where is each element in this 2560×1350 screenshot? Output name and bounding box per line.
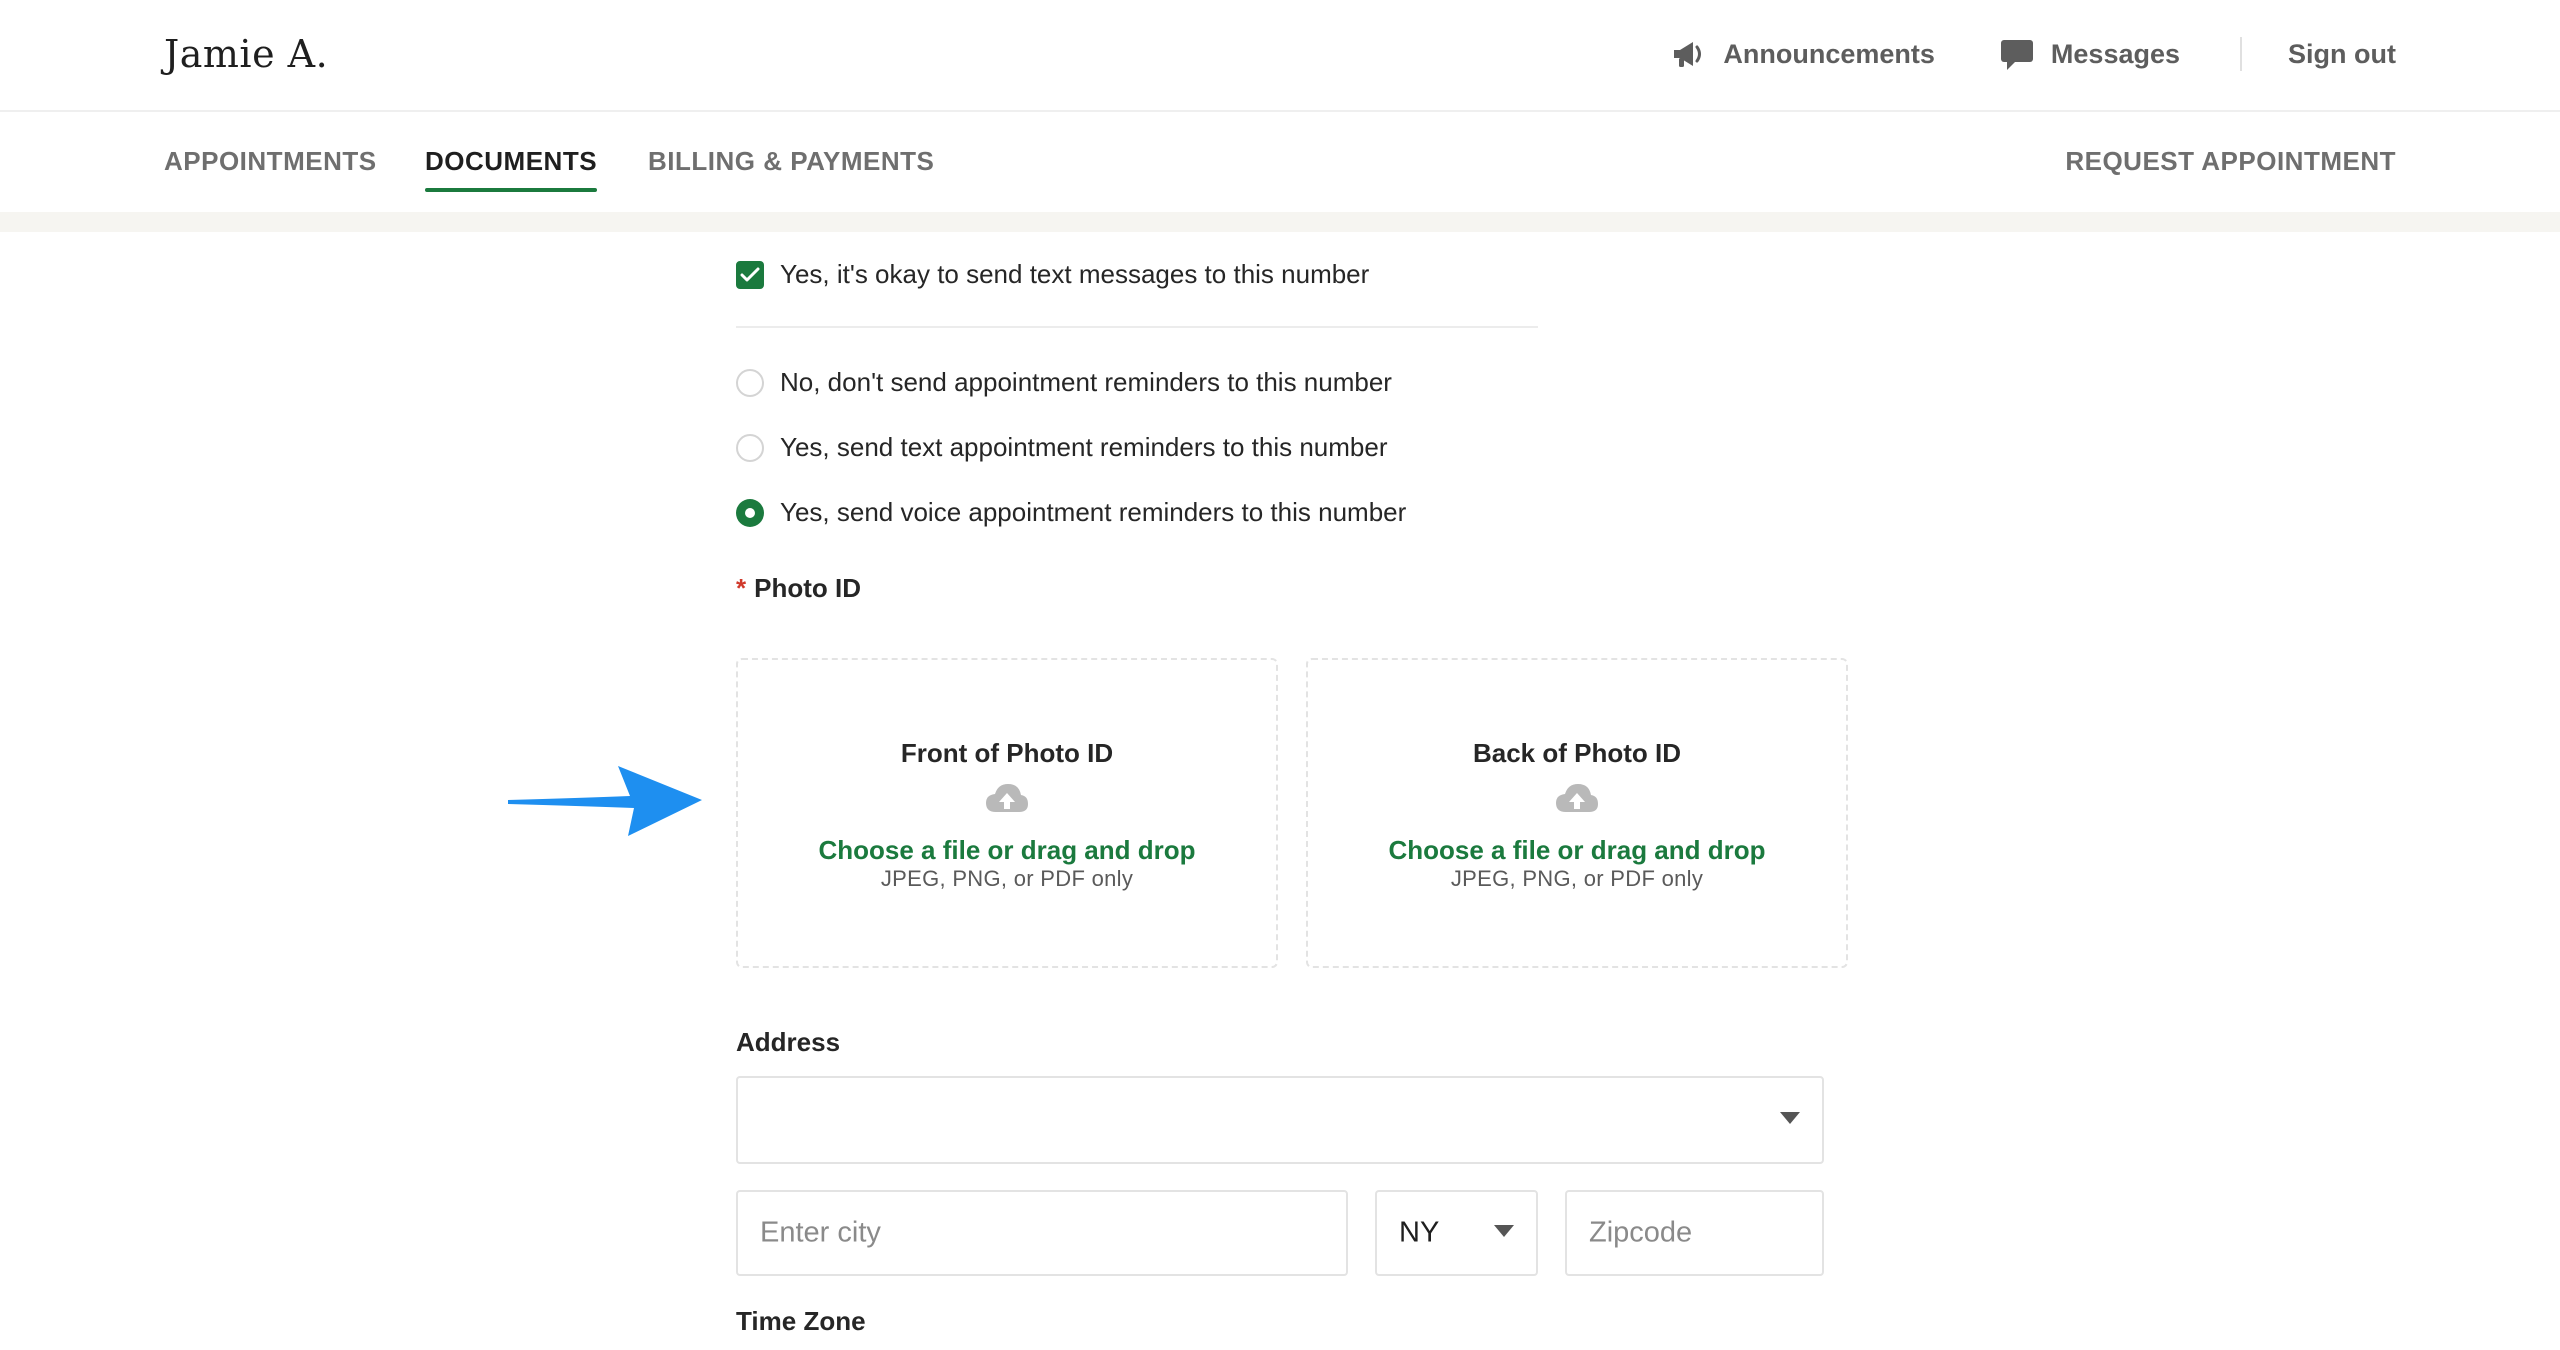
annotation-arrow [500, 758, 710, 843]
reminder-option-label: Yes, send voice appointment reminders to… [780, 497, 1407, 527]
zipcode-placeholder: Zipcode [1589, 1216, 1693, 1249]
street-address-select[interactable] [736, 1076, 1824, 1164]
section-divider [736, 326, 1538, 328]
front-file-type-hint: JPEG, PNG, or PDF only [880, 866, 1134, 891]
megaphone-icon [1671, 37, 1707, 71]
main-nav: APPOINTMENTS DOCUMENTS BILLING & PAYMENT… [0, 112, 2560, 212]
chevron-down-icon [1494, 1224, 1514, 1242]
user-name: Jamie A. [164, 32, 329, 76]
reminder-radio-voice[interactable] [736, 498, 764, 527]
text-consent-checkbox[interactable] [736, 260, 764, 289]
city-placeholder: Enter city [760, 1216, 881, 1249]
reminder-option-none[interactable]: No, don't send appointment reminders to … [736, 367, 1392, 398]
required-marker: * [736, 573, 747, 603]
tab-billing-payments[interactable]: BILLING & PAYMENTS [648, 146, 934, 177]
header-band [0, 212, 2560, 232]
announcements-label: Announcements [1723, 38, 1935, 69]
photo-id-label: * Photo ID [736, 573, 861, 604]
chat-bubble-icon [1999, 37, 2035, 71]
photo-id-label-text: Photo ID [754, 573, 861, 603]
top-header: Jamie A. Announcements Messages Sign out [0, 0, 2560, 112]
cloud-upload-icon [1554, 782, 1600, 819]
back-choose-file-link[interactable]: Choose a file or drag and drop [1308, 835, 1846, 866]
reminder-option-label: Yes, send text appointment reminders to … [780, 432, 1388, 462]
back-photo-id-title: Back of Photo ID [1472, 738, 1681, 768]
messages-label: Messages [2050, 38, 2181, 69]
address-label: Address [736, 1027, 841, 1057]
announcements-link[interactable]: Announcements [1671, 37, 1935, 71]
reminder-radio-none[interactable] [736, 368, 764, 397]
tab-appointments[interactable]: APPOINTMENTS [164, 146, 377, 177]
header-divider [2240, 37, 2243, 71]
state-select[interactable]: NY [1375, 1190, 1538, 1276]
request-appointment-link[interactable]: REQUEST APPOINTMENT [2065, 146, 2396, 177]
header-actions: Announcements Messages Sign out [1607, 30, 2396, 78]
back-file-type-hint: JPEG, PNG, or PDF only [1450, 866, 1704, 891]
time-zone-label: Time Zone [736, 1306, 866, 1336]
reminder-option-label: No, don't send appointment reminders to … [780, 367, 1392, 397]
text-consent-row[interactable]: Yes, it's okay to send text messages to … [736, 259, 1369, 290]
zipcode-input[interactable]: Zipcode [1565, 1190, 1824, 1276]
city-input[interactable]: Enter city [736, 1190, 1348, 1276]
tab-documents[interactable]: DOCUMENTS [425, 146, 598, 192]
reminder-radio-text[interactable] [736, 433, 764, 462]
front-photo-id-upload[interactable]: Front of Photo ID Choose a file or drag … [736, 658, 1278, 968]
back-photo-id-upload[interactable]: Back of Photo ID Choose a file or drag a… [1306, 658, 1848, 968]
state-value: NY [1399, 1216, 1440, 1249]
reminder-option-text[interactable]: Yes, send text appointment reminders to … [736, 432, 1387, 463]
chevron-down-icon [1780, 1111, 1800, 1129]
reminder-option-voice[interactable]: Yes, send voice appointment reminders to… [736, 497, 1406, 528]
messages-link[interactable]: Messages [1999, 37, 2180, 71]
front-choose-file-link[interactable]: Choose a file or drag and drop [738, 835, 1276, 866]
checkmark-icon [740, 267, 760, 281]
cloud-upload-icon [984, 782, 1030, 819]
text-consent-label: Yes, it's okay to send text messages to … [780, 259, 1370, 289]
front-photo-id-title: Front of Photo ID [900, 738, 1114, 768]
sign-out-link[interactable]: Sign out [2288, 39, 2396, 70]
